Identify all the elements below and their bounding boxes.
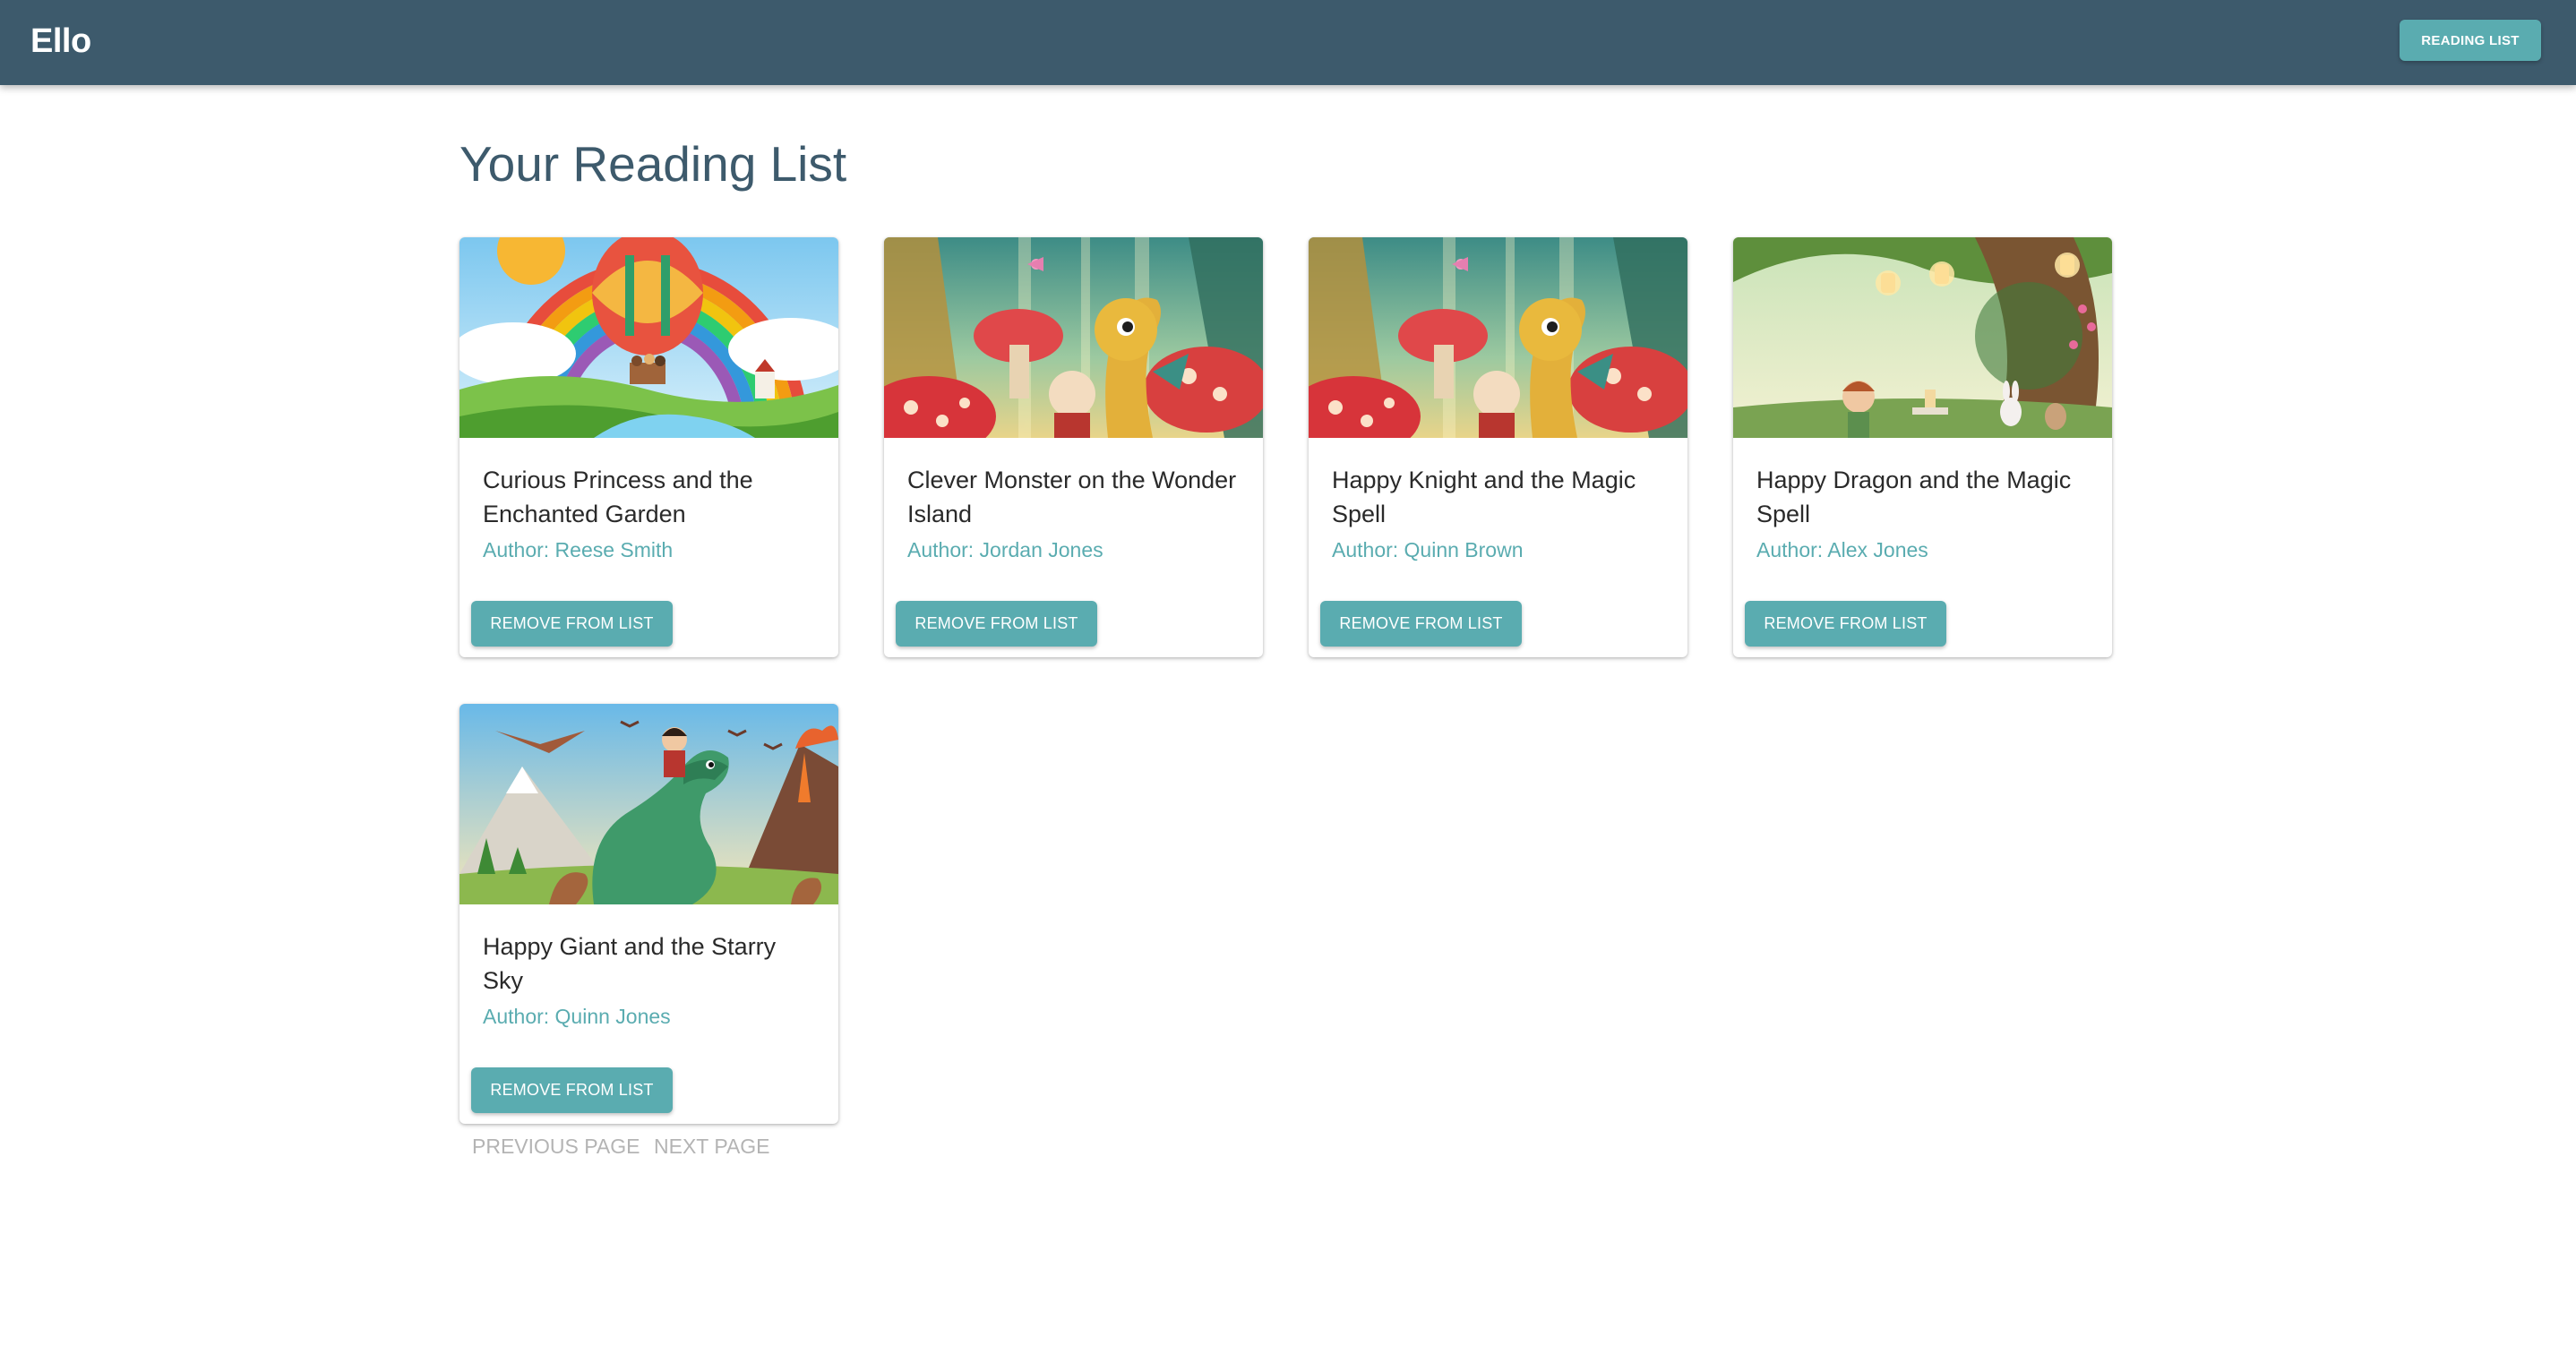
remove-from-list-button[interactable]: REMOVE FROM LIST <box>471 601 673 647</box>
book-author: Author: Jordan Jones <box>907 538 1103 561</box>
book-author: Author: Reese Smith <box>483 538 674 561</box>
book-title: Curious Princess and the Enchanted Garde… <box>483 467 753 527</box>
remove-from-list-button[interactable]: REMOVE FROM LIST <box>1745 601 1946 647</box>
app-bar: Ello READING LIST <box>0 0 2576 85</box>
book-cover-image <box>884 237 1263 438</box>
reading-list-button[interactable]: READING LIST <box>2400 20 2541 61</box>
book-cover-image <box>459 237 838 438</box>
brand-logo[interactable]: Ello <box>30 16 91 66</box>
book-title: Happy Knight and the Magic Spell <box>1332 467 1636 527</box>
remove-from-list-button[interactable]: REMOVE FROM LIST <box>471 1067 673 1113</box>
previous-page-button[interactable]: PREVIOUS PAGE <box>472 1135 640 1159</box>
book-card: Clever Monster on the Wonder Island Auth… <box>884 237 1263 657</box>
book-title: Happy Dragon and the Magic Spell <box>1756 467 2072 527</box>
remove-from-list-button[interactable]: REMOVE FROM LIST <box>1320 601 1522 647</box>
book-title: Clever Monster on the Wonder Island <box>907 467 1237 527</box>
book-cover-image <box>1733 237 2112 438</box>
book-card: Happy Giant and the Starry Sky Author: Q… <box>459 704 838 1124</box>
book-author: Author: Alex Jones <box>1756 538 1928 561</box>
book-card: Happy Knight and the Magic Spell Author:… <box>1309 237 1687 657</box>
book-cover-image <box>1309 237 1687 438</box>
book-title: Happy Giant and the Starry Sky <box>483 933 777 994</box>
book-card: Curious Princess and the Enchanted Garde… <box>459 237 838 657</box>
remove-from-list-button[interactable]: REMOVE FROM LIST <box>896 601 1097 647</box>
book-card: Happy Dragon and the Magic Spell Author:… <box>1733 237 2112 657</box>
book-author: Author: Quinn Brown <box>1332 538 1524 561</box>
page-title: Your Reading List <box>459 136 847 192</box>
book-author: Author: Quinn Jones <box>483 1005 671 1028</box>
next-page-button[interactable]: NEXT PAGE <box>654 1135 770 1159</box>
book-cover-image <box>459 704 838 904</box>
